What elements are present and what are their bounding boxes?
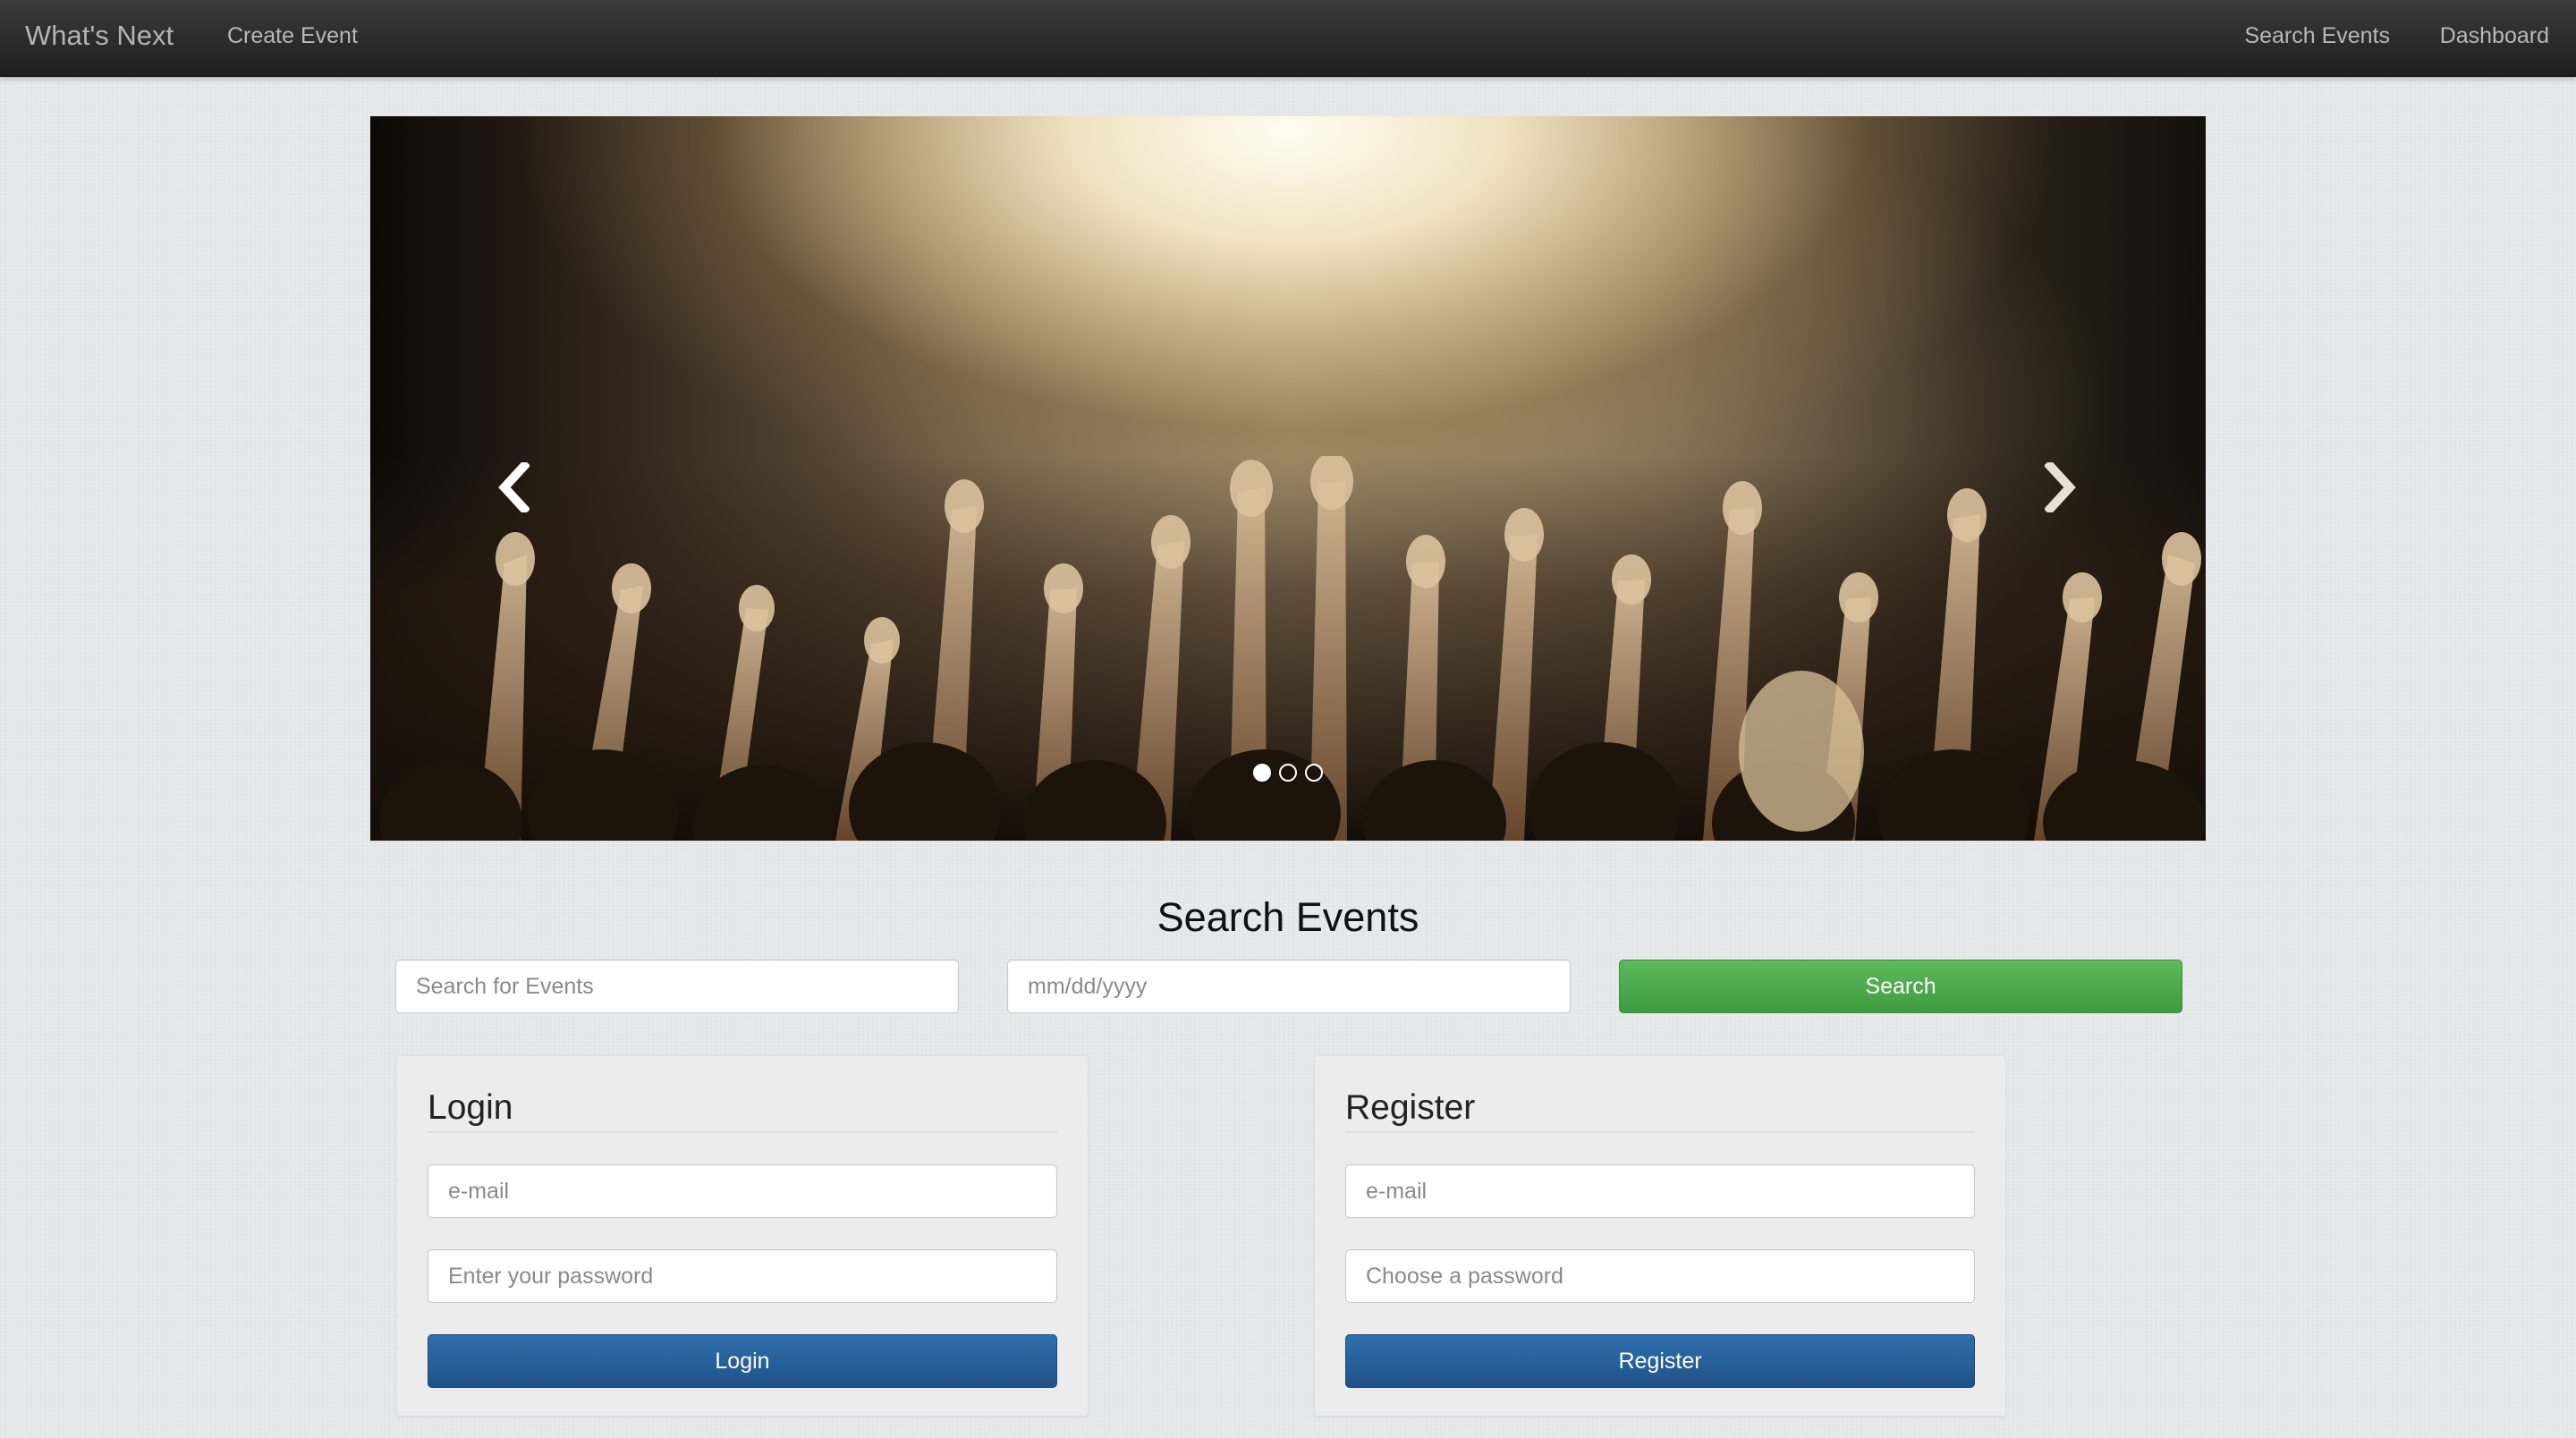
navbar: What's Next Create Event Search Events D… [0, 0, 2576, 77]
search-button[interactable]: Search [1619, 960, 2182, 1013]
search-events-heading: Search Events [1157, 894, 1419, 940]
carousel-indicator-3[interactable] [1305, 764, 1323, 782]
carousel-indicators [370, 764, 2206, 782]
hero-carousel [370, 116, 2206, 841]
login-divider [428, 1131, 1057, 1133]
register-heading: Register [1345, 1088, 1476, 1127]
login-email-field[interactable] [428, 1164, 1057, 1218]
register-panel: Register Register [1314, 1055, 2006, 1417]
login-panel: Login Login [396, 1055, 1089, 1417]
brand-logo-link[interactable]: What's Next [25, 0, 174, 77]
carousel-prev-button[interactable] [487, 452, 540, 523]
nav-create-event-link[interactable]: Create Event [227, 0, 358, 77]
carousel-indicator-1[interactable] [1253, 764, 1271, 782]
login-button[interactable]: Login [428, 1334, 1057, 1388]
register-password-field[interactable] [1345, 1249, 1975, 1303]
nav-search-events-link[interactable]: Search Events [2244, 0, 2390, 77]
concert-crowd-image [370, 456, 2206, 841]
nav-dashboard-link[interactable]: Dashboard [2440, 0, 2549, 77]
chevron-left-icon [498, 462, 530, 512]
carousel-next-button[interactable] [2034, 452, 2088, 523]
search-events-input[interactable] [395, 960, 959, 1013]
login-password-field[interactable] [428, 1249, 1057, 1303]
chevron-right-icon [2045, 462, 2076, 512]
register-button[interactable]: Register [1345, 1334, 1975, 1388]
register-divider [1345, 1131, 1975, 1133]
login-heading: Login [428, 1088, 513, 1127]
register-email-field[interactable] [1345, 1164, 1975, 1218]
event-date-input[interactable] [1007, 960, 1571, 1013]
carousel-indicator-2[interactable] [1279, 764, 1297, 782]
